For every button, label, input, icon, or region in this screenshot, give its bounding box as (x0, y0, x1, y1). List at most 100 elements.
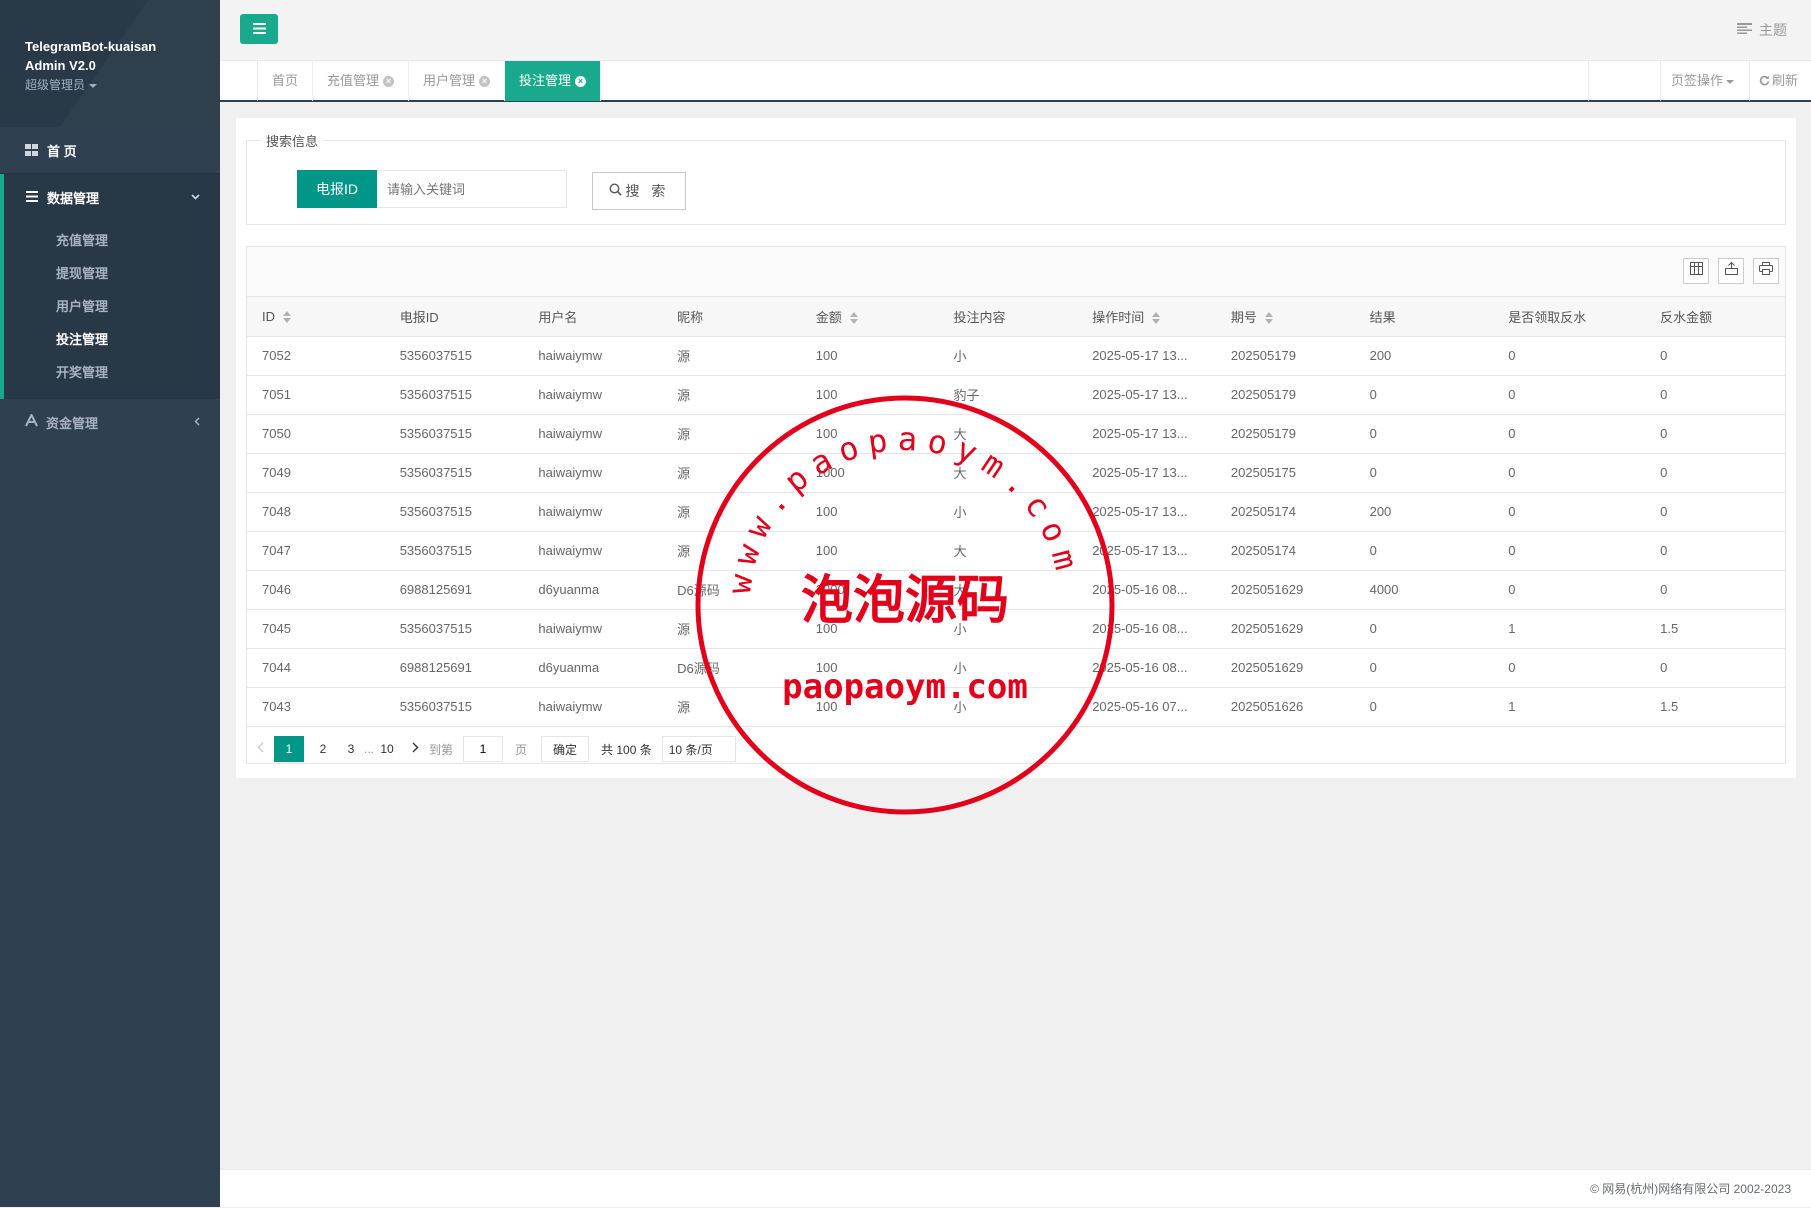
table-row[interactable]: 7048 5356037515 haiwaiymw 源 100 小 2025-05-17 1… (247, 492, 1785, 532)
table-cell: 小 (938, 687, 1078, 727)
sidebar-item-withdraw[interactable]: 提现管理 (4, 257, 220, 290)
sidebar-item-label: 首 页 (47, 143, 77, 159)
col-header-issue[interactable]: 期号 (1215, 297, 1355, 337)
sidebar-item-recharge[interactable]: 充值管理 (4, 224, 220, 257)
table-cell: 7047 (247, 531, 385, 571)
table-row[interactable]: 7052 5356037515 haiwaiymw 源 100 小 2025-05-17 1… (247, 336, 1785, 376)
table-row[interactable]: 7050 5356037515 haiwaiymw 源 100 大 2025-05-17 1… (247, 414, 1785, 454)
table-cell: 2025-05-17 13... (1077, 336, 1216, 376)
next-page-icon[interactable] (412, 742, 419, 756)
column-filter-button[interactable] (1683, 258, 1709, 284)
col-header-time[interactable]: 操作时间 (1077, 297, 1216, 337)
page-button-last[interactable]: 10 (376, 736, 398, 762)
page-button-current[interactable]: 1 (274, 736, 304, 762)
table-cell: 100 (800, 375, 939, 415)
sidebar: TelegramBot-kuaisan Admin V2.0 超级管理员 首 页… (0, 0, 220, 1207)
prev-page-icon[interactable] (257, 742, 264, 756)
table-cell: 5356037515 (384, 414, 524, 454)
table-cell: 0 (1645, 570, 1785, 610)
user-role-dropdown[interactable]: 超级管理员 (25, 76, 220, 93)
search-input[interactable] (377, 170, 567, 208)
table-cell: 202505179 (1215, 375, 1355, 415)
table-cell: 200 (1354, 336, 1494, 376)
table-cell: 2025051626 (1215, 687, 1355, 727)
page-ops-dropdown[interactable]: 页签操作 (1660, 61, 1749, 101)
font-a-icon (25, 412, 38, 430)
table-row[interactable]: 7049 5356037515 haiwaiymw 源 1000 大 2025-05-17 … (247, 453, 1785, 493)
sidebar-group-funds[interactable]: 资金管理 (0, 399, 220, 445)
table-cell: 100 (800, 687, 939, 727)
sidebar-item-users[interactable]: 用户管理 (4, 290, 220, 323)
sidebar-item-bets[interactable]: 投注管理 (4, 323, 220, 356)
table-row[interactable]: 7046 6988125691 d6yuanma D6源码 2000 大 2025-05-1… (247, 570, 1785, 610)
table-cell: 0 (1354, 648, 1494, 688)
menu-toggle-button[interactable] (240, 14, 278, 44)
sort-icon[interactable] (1264, 312, 1273, 325)
table-cell: 源 (662, 687, 801, 727)
table-cell: 100 (800, 414, 939, 454)
table-cell: haiwaiymw (523, 531, 663, 571)
tab-bets[interactable]: 投注管理 × (505, 61, 602, 101)
col-header-result: 结果 (1354, 297, 1494, 337)
copyright-text: © 网易(杭州)网络有限公司 2002-2023 (1590, 1182, 1791, 1196)
table-row[interactable]: 7045 5356037515 haiwaiymw 源 100 小 2025-05-16 0… (247, 609, 1785, 649)
table-row[interactable]: 7044 6988125691 d6yuanma D6源码 100 小 2025-05-16… (247, 648, 1785, 688)
table-cell: haiwaiymw (523, 492, 663, 532)
search-button[interactable]: 搜 索 (592, 172, 686, 210)
col-header-label: 昵称 (677, 309, 704, 325)
page-button[interactable]: 2 (312, 736, 334, 762)
search-form: 电报ID (297, 170, 567, 208)
table-cell: 0 (1493, 492, 1646, 532)
tab-home[interactable]: 首页 (258, 61, 314, 101)
table-cell: 7044 (247, 648, 385, 688)
sort-icon[interactable] (849, 312, 858, 325)
sidebar-group-data-header[interactable]: 数据管理 (4, 174, 220, 220)
goto-label: 到第 (429, 742, 454, 757)
export-button[interactable] (1718, 258, 1744, 284)
table-cell: 5356037515 (384, 492, 524, 532)
table-cell: 2000 (800, 570, 939, 610)
search-icon (609, 183, 622, 199)
theme-button[interactable]: 主题 (1737, 20, 1787, 40)
table-cell: 5356037515 (384, 609, 524, 649)
col-header-telegram-id: 电报ID (384, 297, 524, 337)
search-fieldset: 搜索信息 电报ID 搜 索 (246, 131, 1786, 225)
sort-icon[interactable] (283, 311, 291, 324)
goto-confirm-button[interactable]: 确定 (541, 736, 590, 762)
table-cell: 5356037515 (384, 453, 524, 493)
col-header-label: 操作时间 (1092, 309, 1145, 325)
table-header-row: ID 电报ID 用户名 昵称 金额 投注内容 操作时间 期号 结果 是否领取反水… (247, 297, 1785, 337)
sidebar-header: TelegramBot-kuaisan Admin V2.0 超级管理员 (0, 0, 220, 127)
col-header-amount[interactable]: 金额 (800, 297, 939, 337)
close-tab-icon[interactable]: × (575, 75, 587, 87)
table-cell: 0 (1493, 648, 1646, 688)
sidebar-item-draws[interactable]: 开奖管理 (4, 356, 220, 389)
table-row[interactable]: 7047 5356037515 haiwaiymw 源 100 大 2025-05-17 1… (247, 531, 1785, 571)
sidebar-item-home[interactable]: 首 页 (0, 127, 220, 174)
table-cell: 大 (938, 531, 1078, 571)
close-tab-icon[interactable]: × (479, 75, 491, 87)
table-row[interactable]: 7043 5356037515 haiwaiymw 源 100 小 2025-05-16 0… (247, 687, 1785, 727)
goto-page-input[interactable] (463, 736, 504, 762)
tab-users[interactable]: 用户管理 × (409, 61, 506, 101)
close-tab-icon[interactable]: × (383, 75, 395, 87)
table-row[interactable]: 7051 5356037515 haiwaiymw 源 100 豹子 2025-05-17 … (247, 375, 1785, 415)
table-cell: haiwaiymw (523, 336, 663, 376)
col-header-id[interactable]: ID (247, 297, 385, 337)
tabs-scroll-left-button[interactable] (220, 61, 258, 101)
table-cell: 202505179 (1215, 336, 1355, 376)
table-cell: 0 (1354, 414, 1494, 454)
sort-icon[interactable] (1152, 312, 1161, 325)
page-size-select[interactable]: 10 条/页 (661, 736, 736, 762)
tabs-scroll-right-button[interactable] (1588, 61, 1630, 101)
table-cell: 源 (662, 492, 801, 532)
table-cell: 2025-05-16 08... (1077, 609, 1216, 649)
table-cell: 0 (1493, 531, 1646, 571)
page-button[interactable]: 3 (340, 736, 362, 762)
tab-recharge[interactable]: 充值管理 × (313, 61, 410, 101)
table-cell: 2025051629 (1215, 648, 1355, 688)
table-cell: 6988125691 (384, 570, 524, 610)
table-cell: 0 (1645, 531, 1785, 571)
refresh-button[interactable]: 刷新 (1749, 61, 1811, 101)
print-button[interactable] (1753, 258, 1779, 284)
